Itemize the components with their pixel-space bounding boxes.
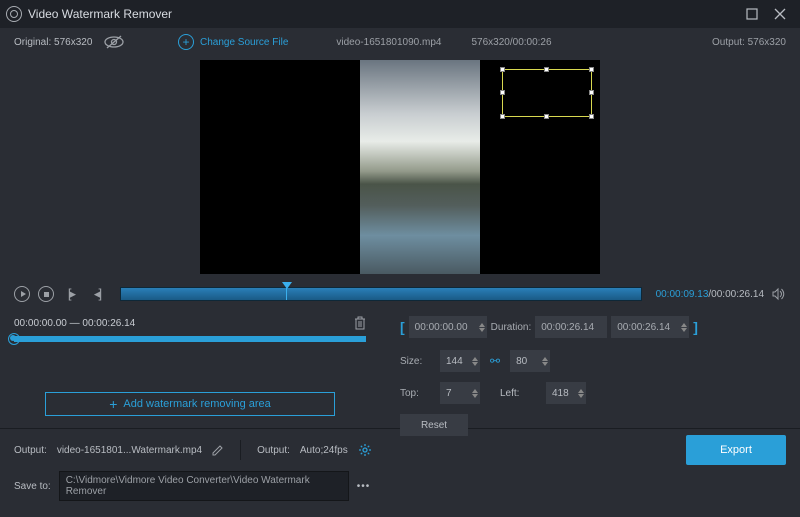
play-button[interactable] — [14, 286, 30, 302]
minimize-button[interactable] — [738, 0, 766, 28]
resize-handle[interactable] — [589, 67, 594, 72]
left-label: Left: — [500, 388, 536, 399]
titlebar: Video Watermark Remover — [0, 0, 800, 28]
end-time-input[interactable]: 00:00:26.14 — [611, 316, 689, 338]
filename-text: video-1651801090.mp4 — [336, 37, 441, 48]
video-frame-image — [360, 60, 480, 274]
resize-handle[interactable] — [500, 114, 505, 119]
file-meta-text: 576x320/00:00:26 — [471, 37, 551, 48]
output-file-label: Output: — [14, 445, 47, 456]
plus-icon: + — [178, 34, 194, 50]
properties-panel: [ 00:00:00.00 Duration:00:00:26.14 00:00… — [380, 308, 800, 428]
width-input[interactable]: 144 — [440, 350, 480, 372]
settings-icon[interactable] — [358, 443, 372, 457]
timeline-playhead[interactable] — [282, 282, 292, 289]
size-label: Size: — [400, 356, 430, 367]
bracket-out-icon[interactable]: ] — [693, 319, 698, 335]
left-input[interactable]: 418 — [546, 382, 586, 404]
bottom-bar: Output: video-1651801...Watermark.mp4 Ou… — [0, 428, 800, 507]
stop-button[interactable] — [38, 286, 54, 302]
timeline-slider[interactable] — [120, 287, 642, 301]
reset-button[interactable]: Reset — [400, 414, 468, 436]
clip-range-text: 00:00:00.00 — 00:00:26.14 — [14, 318, 135, 329]
resize-handle[interactable] — [544, 114, 549, 119]
top-label: Top: — [400, 388, 430, 399]
volume-icon[interactable] — [772, 287, 786, 301]
export-button[interactable]: Export — [686, 435, 786, 465]
resize-handle[interactable] — [589, 90, 594, 95]
add-watermark-area-button[interactable]: + Add watermark removing area — [45, 392, 335, 416]
playback-controls: [▸ ◂] 00:00:09.13/00:00:26.14 — [0, 280, 800, 308]
resize-handle[interactable] — [589, 114, 594, 119]
output-format-value: Auto;24fps — [300, 445, 348, 456]
resize-handle[interactable] — [500, 67, 505, 72]
output-format-label: Output: — [257, 445, 290, 456]
browse-path-button[interactable]: ••• — [357, 481, 371, 492]
duration-input[interactable]: 00:00:26.14 — [535, 316, 607, 338]
save-to-label: Save to: — [14, 481, 51, 492]
plus-icon: + — [109, 396, 117, 412]
bracket-in-icon[interactable]: [ — [400, 319, 405, 335]
duration-label: Duration: — [491, 322, 532, 333]
output-file-name: video-1651801...Watermark.mp4 — [57, 445, 202, 456]
change-source-label: Change Source File — [200, 37, 288, 48]
rename-icon[interactable] — [212, 444, 224, 456]
clip-timeline[interactable] — [14, 336, 366, 342]
resize-handle[interactable] — [500, 90, 505, 95]
add-area-label: Add watermark removing area — [123, 398, 270, 410]
video-canvas[interactable] — [200, 60, 600, 274]
app-logo-icon — [6, 6, 22, 22]
output-size-text: Output: 576x320 — [712, 37, 786, 48]
clip-item[interactable]: 00:00:00.00 — 00:00:26.14 — [14, 316, 366, 330]
app-title: Video Watermark Remover — [28, 7, 738, 21]
close-button[interactable] — [766, 0, 794, 28]
info-bar: Original: 576x320 + Change Source File v… — [0, 28, 800, 56]
clips-panel: 00:00:00.00 — 00:00:26.14 + Add watermar… — [0, 308, 380, 428]
change-source-button[interactable]: + Change Source File — [178, 34, 288, 50]
top-input[interactable]: 7 — [440, 382, 480, 404]
preview-area — [0, 56, 800, 280]
start-time-input[interactable]: 00:00:00.00 — [409, 316, 487, 338]
save-path-input[interactable]: C:\Vidmore\Vidmore Video Converter\Video… — [59, 471, 349, 501]
delete-clip-icon[interactable] — [354, 316, 366, 330]
watermark-selection-rect[interactable] — [502, 69, 592, 117]
resize-handle[interactable] — [544, 67, 549, 72]
mark-in-button[interactable]: [▸ — [62, 286, 80, 302]
preview-toggle-icon[interactable] — [104, 35, 124, 49]
original-label: Original: 576x320 — [14, 37, 92, 48]
time-display: 00:00:09.13/00:00:26.14 — [656, 289, 764, 300]
mark-out-button[interactable]: ◂] — [88, 286, 106, 302]
height-input[interactable]: 80 — [510, 350, 550, 372]
link-aspect-icon[interactable]: ⚯ — [490, 354, 500, 368]
